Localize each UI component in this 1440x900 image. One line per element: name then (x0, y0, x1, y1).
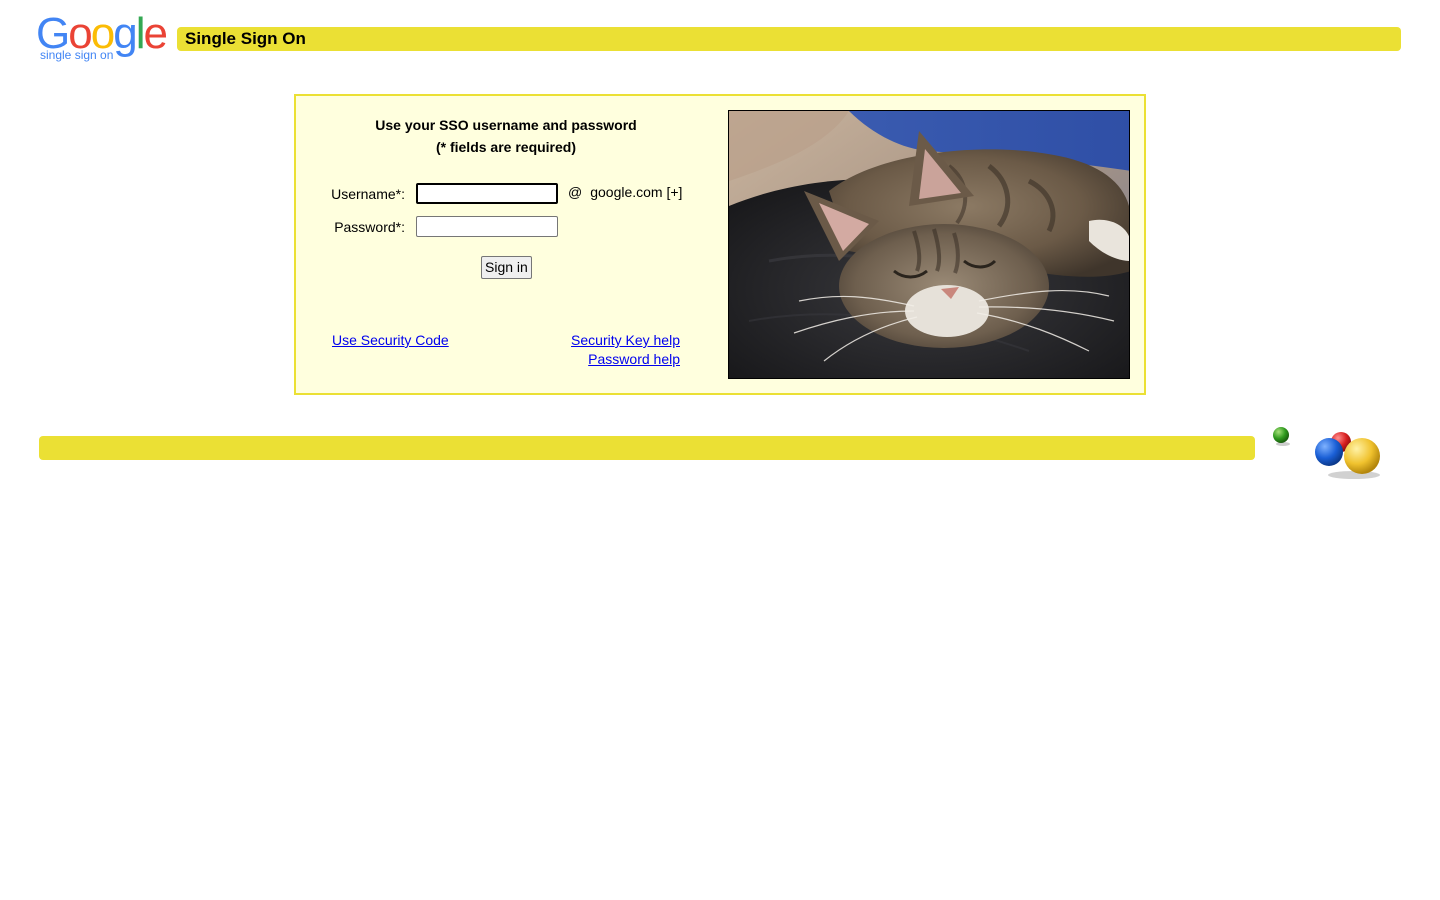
security-key-help-link[interactable]: Security Key help (571, 331, 680, 349)
google-balls-icon (1266, 420, 1396, 482)
password-help-link[interactable]: Password help (588, 350, 680, 368)
google-logo[interactable]: Google single sign on (36, 10, 176, 66)
page-title: Single Sign On (185, 29, 306, 48)
domain-selector[interactable]: google.com [+] (590, 184, 682, 200)
username-label: Username*: (331, 186, 405, 202)
logo-letter: g (113, 9, 138, 58)
username-input[interactable] (416, 183, 558, 204)
logo-letter: e (143, 9, 168, 58)
footer-bar (39, 436, 1255, 460)
login-panel: Use your SSO username and password (* fi… (294, 94, 1146, 395)
header-bar: Single Sign On (177, 27, 1401, 51)
instructions-line-1: Use your SSO username and password (375, 117, 637, 133)
password-label: Password*: (334, 219, 405, 235)
login-instructions: Use your SSO username and password (* fi… (296, 114, 716, 158)
instructions-line-2: (* fields are required) (435, 139, 577, 155)
sleeping-cat-photo (728, 110, 1130, 379)
logo-subtitle: single sign on (40, 48, 114, 62)
password-input[interactable] (416, 216, 558, 237)
username-domain: @ google.com [+] (568, 183, 682, 201)
sign-in-button[interactable]: Sign in (481, 256, 532, 279)
page-header: Google single sign on Single Sign On (0, 0, 1440, 80)
use-security-code-link[interactable]: Use Security Code (332, 331, 449, 349)
at-symbol: @ (568, 184, 583, 200)
